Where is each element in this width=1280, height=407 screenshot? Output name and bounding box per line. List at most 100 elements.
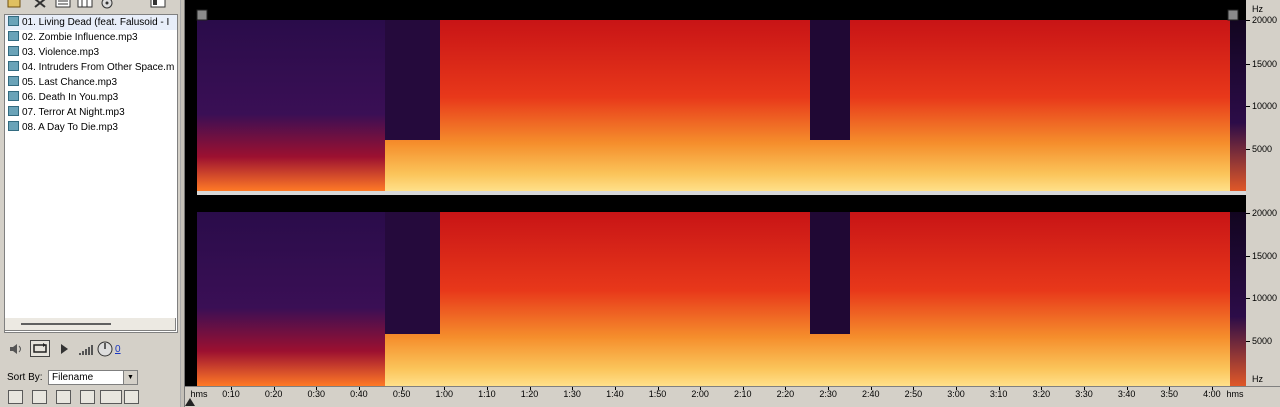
ruler-time-label: 2:20 <box>776 389 795 399</box>
open-button[interactable] <box>32 390 47 404</box>
close-file-icon[interactable] <box>32 0 48 9</box>
audio-file-icon <box>8 91 19 101</box>
ruler-time-label: 1:50 <box>648 389 667 399</box>
file-item[interactable]: 03. Violence.mp3 <box>5 45 177 60</box>
sort-by-select[interactable]: Filename ▼ <box>48 370 138 385</box>
sort-by-label: Sort By: <box>7 372 43 383</box>
spectral-view[interactable] <box>185 0 1280 407</box>
ruler-time-label: 3:40 <box>1117 389 1136 399</box>
file-name: 05. Last Chance.mp3 <box>22 77 118 88</box>
channel-right[interactable] <box>197 195 1246 386</box>
audio-file-icon <box>8 106 19 116</box>
browser-bottom-tools <box>8 390 178 406</box>
ruler-time-label: 1:20 <box>520 389 539 399</box>
audio-file-icon <box>8 46 19 56</box>
play-icon[interactable] <box>59 343 69 355</box>
file-item[interactable]: 06. Death In You.mp3 <box>5 90 177 105</box>
ruler-time-label: 1:30 <box>563 389 581 399</box>
ruler-time-label: 0:20 <box>264 389 283 399</box>
playhead-marker[interactable] <box>185 398 195 406</box>
outro-region <box>1230 20 1246 191</box>
audio-file-icon <box>8 121 19 131</box>
file-name: 02. Zombie Influence.mp3 <box>22 32 138 43</box>
ruler-time-label: 1:40 <box>606 389 624 399</box>
open-file-icon[interactable] <box>6 0 22 9</box>
freq-tick-label: 15000 <box>1252 59 1278 69</box>
freq-tick-label: 10000 <box>1252 293 1278 303</box>
file-item[interactable]: 04. Intruders From Other Space.m <box>5 60 177 75</box>
chevron-down-icon[interactable]: ▼ <box>123 371 137 384</box>
ruler-unit-right: hms <box>1226 389 1244 399</box>
cd-icon[interactable] <box>99 0 115 9</box>
fade-out-handle[interactable] <box>1227 9 1239 21</box>
freq-tick-label: 20000 <box>1252 208 1278 218</box>
cd-button[interactable] <box>124 390 139 404</box>
break-region <box>810 212 850 334</box>
view-options-icon[interactable] <box>150 0 166 9</box>
time-ruler[interactable]: hms 0:10 0:20 0:30 0:40 0:50 1:00 1:10 1:20 1:30… <box>185 386 1280 407</box>
file-item[interactable]: 08. A Day To Die.mp3 <box>5 120 177 135</box>
freq-tick-label: 15000 <box>1252 251 1278 261</box>
freq-unit-top: Hz <box>1252 4 1263 14</box>
intro-region <box>197 20 385 191</box>
scrollbar-thumb[interactable] <box>21 323 111 325</box>
ruler-time-label: 3:00 <box>947 389 965 399</box>
fade-in-handle[interactable] <box>196 9 208 21</box>
sort-by-value: Filename <box>52 372 94 383</box>
auto-play-button[interactable] <box>8 390 23 404</box>
ruler-time-label: 3:30 <box>1075 389 1093 399</box>
volume-level-icon <box>79 345 93 355</box>
volume-knob-icon[interactable] <box>96 340 114 358</box>
loop-button[interactable] <box>30 340 50 357</box>
loop-icon <box>33 343 47 353</box>
file-list[interactable]: 01. Living Dead (feat. Falusoid - I 02. Z… <box>4 14 178 333</box>
file-item[interactable]: 05. Last Chance.mp3 <box>5 75 177 90</box>
ruler-time-label: 1:10 <box>478 389 496 399</box>
insert-cd-list-icon[interactable] <box>77 0 93 9</box>
freq-tick-label: 10000 <box>1252 101 1278 111</box>
insert-multitrack-icon[interactable] <box>55 0 71 9</box>
file-name: 08. A Day To Die.mp3 <box>22 122 118 133</box>
audio-file-icon <box>8 61 19 71</box>
freq-unit-bottom: Hz <box>1252 374 1263 384</box>
break-region <box>810 20 850 140</box>
audio-file-icon <box>8 31 19 41</box>
ruler-time-label: 1:00 <box>435 389 454 399</box>
multitrack-button[interactable] <box>100 390 122 404</box>
frequency-scale: Hz 20000 15000 10000 5000 20000 15000 10… <box>1246 0 1280 386</box>
freq-tick-label: 20000 <box>1252 15 1278 25</box>
file-name: 03. Violence.mp3 <box>22 47 100 58</box>
file-browser-panel: 01. Living Dead (feat. Falusoid - I 02. Z… <box>0 0 185 407</box>
ruler-time-label: 0:30 <box>307 389 326 399</box>
file-item[interactable]: 02. Zombie Influence.mp3 <box>5 30 177 45</box>
audio-file-icon <box>8 76 19 86</box>
ruler-time-label: 3:10 <box>989 389 1008 399</box>
ruler-time-label: 2:40 <box>861 389 880 399</box>
freq-tick-label: 5000 <box>1252 336 1273 346</box>
file-item[interactable]: 07. Terror At Night.mp3 <box>5 105 177 120</box>
preview-transport: 0 <box>4 338 180 362</box>
channel-left[interactable] <box>197 8 1246 191</box>
volume-value[interactable]: 0 <box>115 344 121 355</box>
file-toolbar <box>0 0 185 10</box>
file-item[interactable]: 01. Living Dead (feat. Falusoid - I <box>5 15 177 30</box>
ruler-time-label: 3:50 <box>1160 389 1179 399</box>
ruler-time-label: 0:40 <box>350 389 368 399</box>
speaker-icon[interactable] <box>8 343 24 355</box>
edit-button[interactable] <box>56 390 71 404</box>
ruler-time-label: 0:10 <box>222 389 240 399</box>
break-region <box>385 212 440 334</box>
spectrogram-display[interactable] <box>185 0 1246 386</box>
ruler-time-label: 2:10 <box>734 389 752 399</box>
audio-file-icon <box>8 16 19 26</box>
ruler-time-label: 3:20 <box>1032 389 1051 399</box>
close-button[interactable] <box>80 390 95 404</box>
ruler-time-label: 0:50 <box>392 389 411 399</box>
file-name: 06. Death In You.mp3 <box>22 92 119 103</box>
file-list-scrollbar[interactable] <box>4 318 176 331</box>
ruler-time-label: 4:00 <box>1203 389 1221 399</box>
file-name: 01. Living Dead (feat. Falusoid - I <box>22 17 170 28</box>
file-name: 07. Terror At Night.mp3 <box>22 107 125 118</box>
intro-region <box>197 212 385 386</box>
ruler-time-label: 2:30 <box>819 389 837 399</box>
